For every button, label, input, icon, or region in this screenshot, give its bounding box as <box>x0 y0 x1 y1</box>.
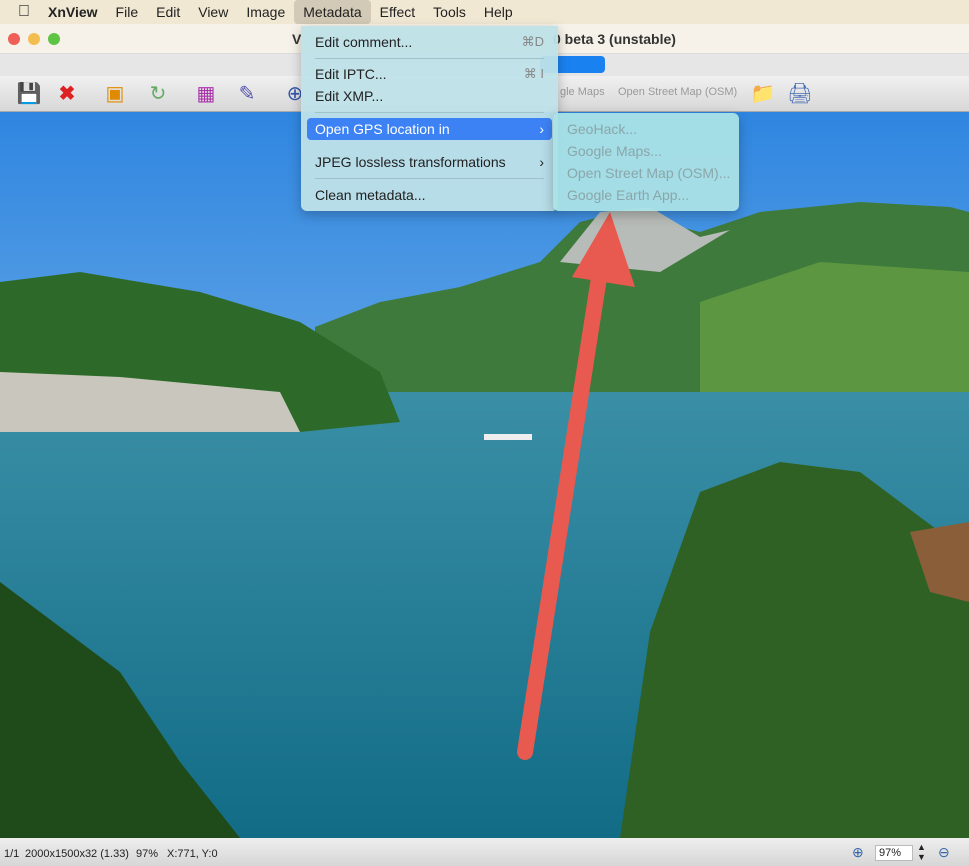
shortcut: ⌘ I <box>523 66 544 81</box>
text-draw-icon[interactable]: ✎ <box>234 80 260 106</box>
rotate-icon[interactable]: ↻ <box>145 80 171 106</box>
menu-item-edit-iptc[interactable]: Edit IPTC... ⌘ I <box>307 63 552 85</box>
chevron-right-icon: › <box>539 154 544 170</box>
menu-metadata[interactable]: Metadata <box>294 0 371 24</box>
menu-help[interactable]: Help <box>475 0 522 24</box>
metadata-menu: Edit comment... ⌘D Edit IPTC... ⌘ I Edit X… <box>301 26 558 211</box>
menu-item-label: Edit comment... <box>315 34 413 50</box>
delete-icon[interactable]: ✖ <box>54 80 80 106</box>
submenu-item-osm[interactable]: Open Street Map (OSM)... <box>567 162 730 184</box>
separator <box>315 178 544 179</box>
menu-item-clean-metadata[interactable]: Clean metadata... <box>307 184 552 206</box>
gps-submenu: GeoHack... Google Maps... Open Street Ma… <box>553 113 739 211</box>
page-indicator: 1/1 <box>4 848 20 860</box>
zoom-out-icon[interactable]: ⊖ <box>938 844 950 861</box>
cursor-coords: X:771, Y:0 <box>167 848 218 860</box>
menu-image[interactable]: Image <box>237 0 294 24</box>
menu-edit[interactable]: Edit <box>147 0 189 24</box>
crop-icon[interactable]: ▣ <box>102 80 128 106</box>
window-title-right: 0 beta 3 (unstable) <box>553 31 676 47</box>
menu-view[interactable]: View <box>189 0 237 24</box>
submenu-item-geohack[interactable]: GeoHack... <box>567 118 637 140</box>
zoom-button[interactable] <box>48 33 60 45</box>
color-adjust-icon[interactable]: ▦ <box>193 80 219 106</box>
menu-item-label: Edit XMP... <box>315 88 384 104</box>
separator <box>315 58 544 59</box>
folder-tree-icon[interactable]: 📁 <box>750 80 776 106</box>
menu-item-jpeg-lossless[interactable]: JPEG lossless transformations › <box>307 151 552 173</box>
zoom-level: 97% <box>136 848 159 860</box>
zoom-field[interactable]: 97% <box>875 845 913 861</box>
menu-item-label: JPEG lossless transformations <box>315 154 506 170</box>
save-icon[interactable]: 💾 <box>16 80 42 106</box>
chevron-right-icon: › <box>539 121 544 137</box>
image-dimensions: 2000x1500x32 (1.33) <box>25 848 129 860</box>
menu-xnview[interactable]: XnView <box>39 0 107 24</box>
menu-bar:  XnView File Edit View Image Metadata E… <box>0 0 969 24</box>
menu-item-open-gps[interactable]: Open GPS location in › <box>307 118 552 140</box>
apple-icon[interactable]:  <box>0 0 39 24</box>
window-title-left: V <box>292 31 302 47</box>
submenu-item-google-earth[interactable]: Google Earth App... <box>567 184 689 206</box>
submenu-item-google-maps[interactable]: Google Maps... <box>567 140 662 162</box>
menu-item-edit-comment[interactable]: Edit comment... ⌘D <box>307 31 552 53</box>
osm-toolbar-button[interactable]: Open Street Map (OSM) <box>618 86 737 98</box>
close-button[interactable] <box>8 33 20 45</box>
separator <box>315 112 544 113</box>
menu-file[interactable]: File <box>107 0 148 24</box>
image-view[interactable] <box>0 112 969 838</box>
shortcut: ⌘D <box>521 34 544 49</box>
zoom-in-icon[interactable]: ⊕ <box>852 844 864 861</box>
minimize-button[interactable] <box>28 33 40 45</box>
menu-tools[interactable]: Tools <box>424 0 475 24</box>
zoom-stepper[interactable]: ▲ ▼ <box>917 842 926 862</box>
menu-item-edit-xmp[interactable]: Edit XMP... <box>307 85 552 107</box>
menu-item-label: Clean metadata... <box>315 187 426 203</box>
print-icon[interactable]: 🖨 <box>787 80 813 106</box>
status-bar: 1/1 2000x1500x32 (1.33) 97% X:771, Y:0 ⊕… <box>0 838 969 866</box>
landscape-photo <box>0 112 969 838</box>
menu-effect[interactable]: Effect <box>371 0 425 24</box>
menu-item-label: Open GPS location in <box>315 121 450 137</box>
menu-item-label: Edit IPTC... <box>315 66 387 82</box>
google-maps-toolbar-button[interactable]: gle Maps <box>560 86 605 98</box>
